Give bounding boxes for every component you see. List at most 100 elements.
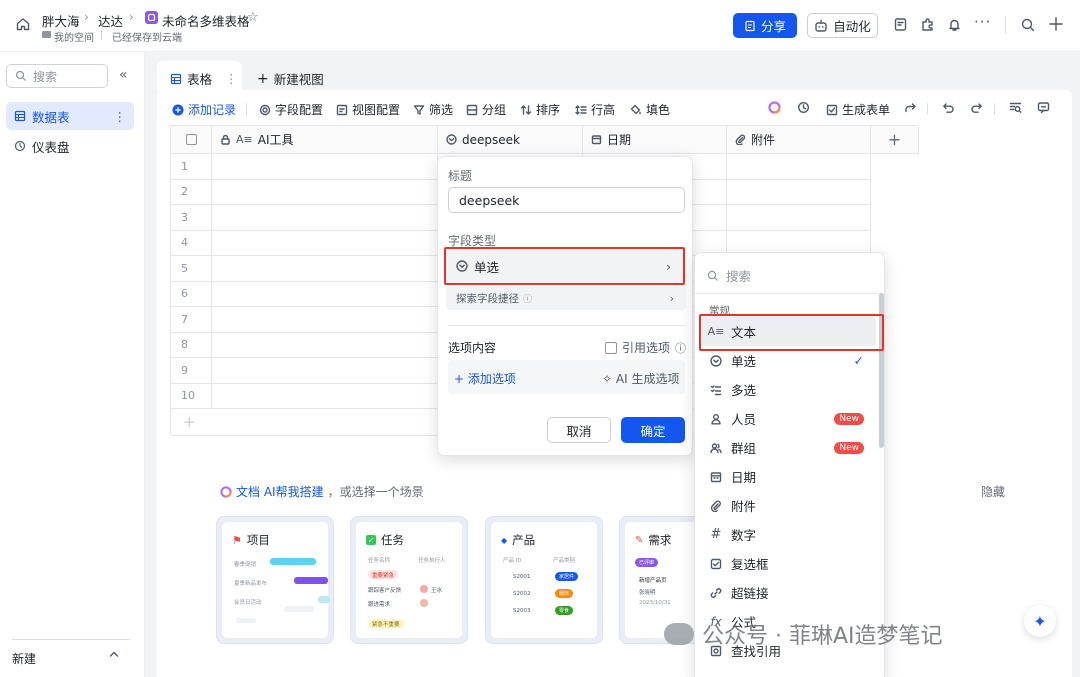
text-field-icon: A≡ xyxy=(236,133,253,146)
table-cell[interactable] xyxy=(212,307,438,333)
find-icon[interactable] xyxy=(1009,101,1022,114)
view-config-button[interactable]: 视图配置 xyxy=(336,101,400,118)
plugin-icon[interactable] xyxy=(920,17,935,32)
cancel-button[interactable]: 取消 xyxy=(547,417,611,443)
row-number[interactable]: 4 xyxy=(171,230,212,256)
breadcrumb-mid[interactable]: 达达 xyxy=(98,11,123,30)
table-cell[interactable] xyxy=(727,205,871,231)
type-menu-item-date[interactable]: 日期 xyxy=(695,462,878,491)
column-header-date[interactable]: 日期 xyxy=(583,126,727,154)
table-cell[interactable] xyxy=(212,358,438,384)
explore-shortcuts-link[interactable]: 探索字段捷径 ⓘ › xyxy=(446,287,686,310)
watermark: 公众号 · 菲琳AI造梦笔记 xyxy=(664,618,943,650)
type-menu-item-number[interactable]: # 数字 xyxy=(695,520,878,549)
new-view-button[interactable]: + 新建视图 xyxy=(257,69,324,88)
row-number[interactable]: 8 xyxy=(171,332,212,358)
generate-form-button[interactable]: 生成表单 xyxy=(826,101,890,118)
table-cell[interactable] xyxy=(212,230,438,256)
person-icon xyxy=(709,413,723,425)
more-vertical-icon[interactable]: ⋮ xyxy=(114,109,127,124)
table-cell[interactable] xyxy=(212,383,438,409)
reference-options-checkbox[interactable]: 引用选项 ⓘ xyxy=(605,339,686,356)
add-icon: + xyxy=(454,372,465,386)
type-menu-item-attachment[interactable]: 附件 xyxy=(695,491,878,520)
fill-color-button[interactable]: 填色 xyxy=(630,101,670,118)
ai-assistant-icon xyxy=(220,485,232,498)
table-cell[interactable] xyxy=(212,205,438,231)
field-config-button[interactable]: 字段配置 xyxy=(259,101,323,118)
plus-circle-icon xyxy=(172,104,184,116)
row-number[interactable]: 7 xyxy=(171,307,212,333)
type-menu-item-multi-select[interactable]: 多选 xyxy=(695,375,878,404)
confirm-button[interactable]: 确定 xyxy=(621,417,685,443)
breadcrumb-root[interactable]: 胖大海 xyxy=(42,11,80,30)
column-header-ai-tools[interactable]: A≡ AI工具 xyxy=(212,126,438,154)
document-title[interactable]: 未命名多维表格 xyxy=(162,11,250,30)
automation-button[interactable]: 自动化 xyxy=(807,13,878,38)
table-cell[interactable] xyxy=(727,179,871,205)
ai-generate-options-button[interactable]: ✧ AI 生成选项 xyxy=(602,370,679,387)
ai-assistant-icon[interactable] xyxy=(768,101,781,114)
field-title-input[interactable]: deepseek xyxy=(448,187,685,213)
column-header-deepseek[interactable]: deepseek xyxy=(438,126,583,154)
table-cell[interactable] xyxy=(212,332,438,358)
sidebar-item-data-table[interactable]: 数据表 ⋮ xyxy=(6,102,134,130)
template-card-task[interactable]: ✓ 任务 任务名称 任务执行人 重要紧急 跟踪客户反馈 王冰 跟进需求 紧急不重… xyxy=(350,516,468,644)
share-button[interactable]: 分享 xyxy=(733,13,797,38)
table-cell[interactable] xyxy=(212,179,438,205)
undo-icon[interactable] xyxy=(942,101,955,114)
row-number[interactable]: 5 xyxy=(171,256,212,282)
menu-search-input[interactable]: 搜索 xyxy=(707,266,751,285)
add-column-button[interactable]: + xyxy=(871,126,919,154)
table-cell[interactable] xyxy=(212,154,438,180)
type-menu-item-person[interactable]: 人员 New xyxy=(695,404,878,433)
star-icon[interactable]: ☆ xyxy=(247,10,259,25)
redo-icon[interactable] xyxy=(970,101,983,114)
space-link[interactable]: 我的空间 xyxy=(54,29,94,44)
row-number[interactable]: 6 xyxy=(171,281,212,307)
chevron-up-icon[interactable] xyxy=(108,648,120,660)
share-arrow-icon[interactable] xyxy=(904,101,917,114)
hide-button[interactable]: 隐藏 xyxy=(981,483,1005,500)
table-cell[interactable] xyxy=(727,154,871,180)
more-icon[interactable]: ··· xyxy=(974,13,991,31)
row-number[interactable]: 9 xyxy=(171,358,212,384)
template-card-product[interactable]: ◆ 产品 产品 ID 产品类别 S2001 家居件 S2002 服饰 S2003… xyxy=(485,516,603,644)
row-number[interactable]: 1 xyxy=(171,154,212,180)
ai-build-link[interactable]: 文档 AI帮我搭建 xyxy=(236,483,324,500)
field-type-select[interactable]: 单选 › xyxy=(444,247,685,285)
form-icon[interactable] xyxy=(893,17,908,32)
group-button[interactable]: 分组 xyxy=(466,101,506,118)
filter-button[interactable]: 筛选 xyxy=(413,101,453,118)
type-menu-item-group[interactable]: 群组 New xyxy=(695,433,878,462)
add-option-button[interactable]: + 添加选项 xyxy=(454,370,516,387)
bell-icon[interactable] xyxy=(947,17,962,32)
row-number[interactable]: 10 xyxy=(171,383,212,409)
type-menu-item-checkbox[interactable]: 复选框 xyxy=(695,549,878,578)
sidebar: 搜索 « 数据表 ⋮ 仪表盘 新建 xyxy=(0,52,145,677)
row-number[interactable]: 2 xyxy=(171,179,212,205)
add-record-button[interactable]: 添加记录 xyxy=(172,101,236,118)
template-card-project[interactable]: ⚑ 项目 春季促销 夏季新品发布 会员日活动 xyxy=(216,516,334,644)
sidebar-search-input[interactable]: 搜索 xyxy=(6,64,108,88)
sidebar-item-dashboard[interactable]: 仪表盘 xyxy=(6,132,134,160)
table-cell[interactable] xyxy=(212,256,438,282)
select-all-checkbox[interactable] xyxy=(171,126,212,154)
type-menu-item-link[interactable]: 超链接 xyxy=(695,578,878,607)
sort-button[interactable]: 排序 xyxy=(520,101,560,118)
table-cell[interactable] xyxy=(212,281,438,307)
column-header-attachment[interactable]: 附件 xyxy=(727,126,871,154)
ai-float-button[interactable]: ✦ xyxy=(1024,605,1056,637)
row-height-button[interactable]: 行高 xyxy=(575,101,615,118)
more-vertical-icon[interactable]: ⋮ xyxy=(225,71,238,86)
comment-icon[interactable] xyxy=(1037,101,1050,114)
divider xyxy=(101,30,102,40)
home-icon[interactable] xyxy=(15,16,31,32)
tab-table[interactable]: 表格 ⋮ xyxy=(157,61,242,91)
add-icon[interactable] xyxy=(1048,16,1064,32)
collapse-sidebar-icon[interactable]: « xyxy=(119,67,128,83)
history-icon[interactable] xyxy=(797,101,810,114)
new-button[interactable]: 新建 xyxy=(12,650,36,667)
row-number[interactable]: 3 xyxy=(171,205,212,231)
search-icon[interactable] xyxy=(1020,17,1036,33)
